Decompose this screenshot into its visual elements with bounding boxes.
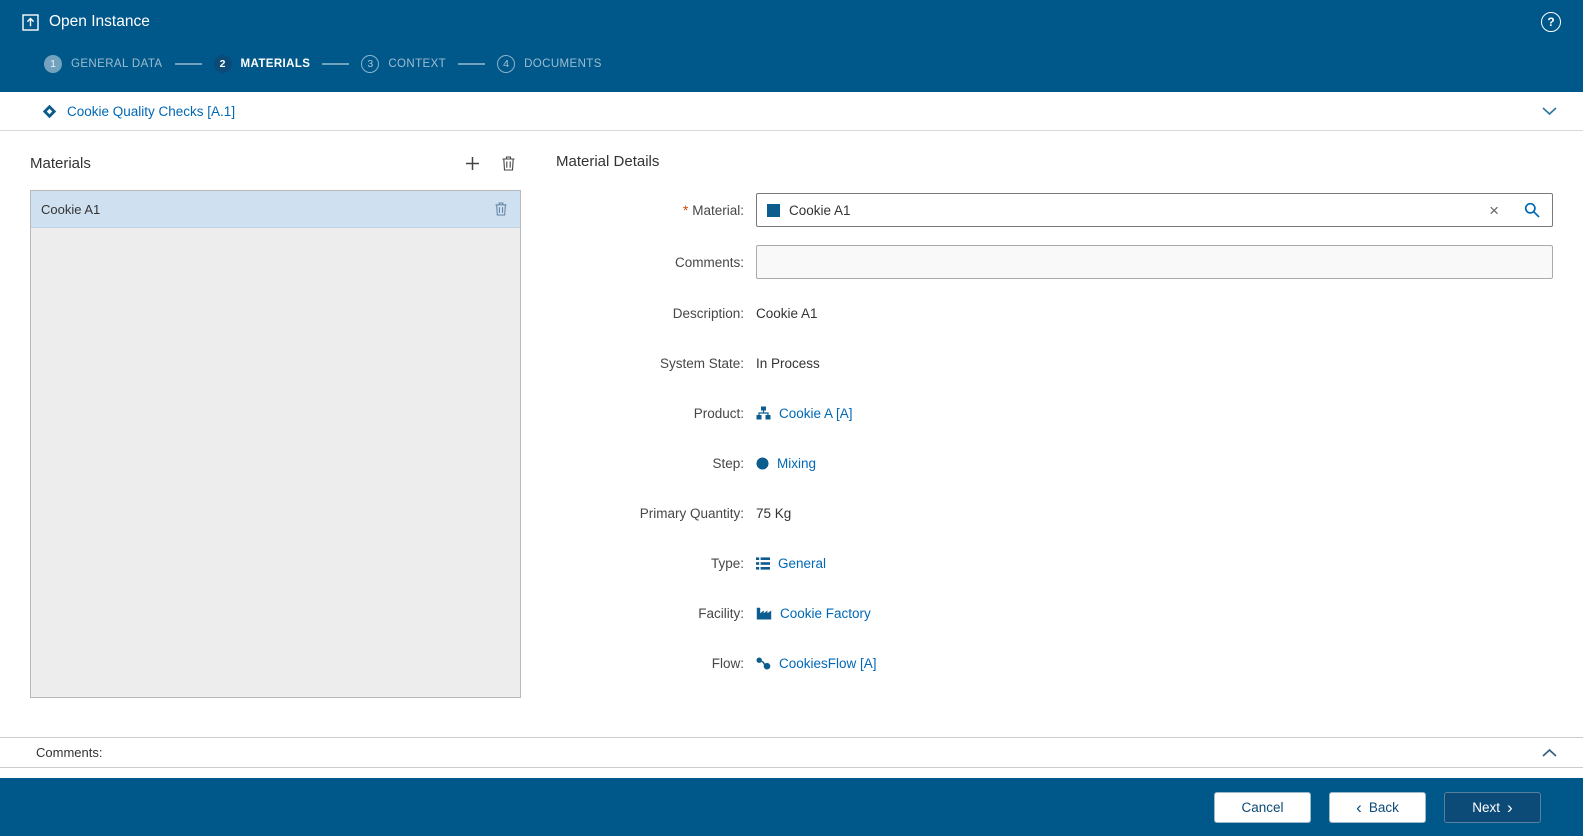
instance-diamond-icon [42,104,57,119]
description-row: Description: Cookie A1 [556,302,1553,324]
material-icon [767,203,780,217]
step-row: Step: Mixing [556,452,1553,474]
flow-row: Flow: CookiesFlow [A] [556,652,1553,674]
chevron-left-icon: ‹ [1356,797,1362,817]
add-material-button[interactable] [465,156,480,171]
trash-icon [495,202,507,216]
title-row: Open Instance ? [0,0,1583,44]
field-label: Facility: [698,605,744,621]
step-number: 3 [361,55,380,73]
primary-quantity-row: Primary Quantity: 75 Kg [556,502,1553,524]
step-documents[interactable]: 4 DOCUMENTS [497,55,602,73]
material-details-title: Material Details [556,153,660,170]
next-button[interactable]: Next › [1444,791,1541,823]
step-connector [458,63,486,65]
materials-panel: Materials Cookie A1 [30,131,521,737]
product-row: Product: Cookie A [A] [556,402,1553,424]
open-instance-icon [22,13,39,31]
material-value: Cookie A1 [789,202,851,218]
delete-material-button[interactable] [502,155,515,171]
field-label: Description: [672,305,744,321]
back-button[interactable]: ‹ Back [1329,791,1426,823]
instance-bar: Cookie Quality Checks [A.1] [0,92,1583,131]
comments-field-row: Comments: [556,245,1553,279]
wizard-steps: 1 GENERAL DATA 2 MATERIALS 3 CONTEXT 4 D… [0,44,1583,92]
step-materials[interactable]: 2 MATERIALS [213,55,311,73]
product-icon [756,406,771,420]
field-label: Primary Quantity: [639,505,744,521]
main-content: Materials Cookie A1 Material Details * M… [0,131,1583,737]
materials-list: Cookie A1 [30,190,521,698]
system-state-row: System State: In Process [556,352,1553,374]
plus-icon [466,156,479,170]
materials-panel-header: Materials [30,148,521,178]
field-label: Type: [710,555,744,571]
materials-actions [465,155,521,171]
field-label: System State: [659,355,744,371]
comments-input[interactable] [756,245,1553,279]
system-state-value: In Process [756,355,820,371]
step-label: GENERAL DATA [71,58,163,70]
facility-link[interactable]: Cookie Factory [780,606,871,621]
material-combobox[interactable]: Cookie A1 × [756,193,1553,227]
page-title: Open Instance [49,13,150,30]
facility-row: Facility: Cookie Factory [556,602,1553,624]
field-label: Step: [712,455,744,471]
type-list-icon [756,556,770,570]
flow-icon [756,657,771,670]
chevron-down-icon[interactable] [1542,106,1557,116]
primary-quantity-value: 75 Kg [756,505,792,521]
step-connector [174,63,202,65]
trash-icon [502,155,515,171]
help-button[interactable]: ? [1541,12,1561,32]
help-icon: ? [1547,15,1555,29]
step-general-data[interactable]: 1 GENERAL DATA [44,55,163,73]
search-icon[interactable] [1524,202,1540,218]
comments-bar: Comments: [0,737,1583,768]
product-link[interactable]: Cookie A [A] [779,406,853,421]
step-label: CONTEXT [388,58,447,70]
cancel-button[interactable]: Cancel [1214,791,1311,823]
instance-link[interactable]: Cookie Quality Checks [A.1] [67,104,235,119]
step-number: 4 [497,55,516,73]
footer-bar: Cancel ‹ Back Next › [0,778,1583,836]
top-header: Open Instance ? 1 GENERAL DATA 2 MATERIA… [0,0,1583,92]
material-field-label: * Material: [682,202,744,218]
material-details-form: * Material: Cookie A1 × Comments: Descri… [556,193,1553,702]
materials-panel-title: Materials [30,154,91,172]
row-delete-button[interactable] [495,202,507,216]
material-details-panel: Material Details *Material: Cookie A1 × [556,131,1553,737]
field-label: Flow: [711,655,744,671]
chevron-up-icon[interactable] [1542,748,1557,757]
step-label: MATERIALS [240,58,311,70]
step-label: DOCUMENTS [524,58,602,70]
step-link[interactable]: Mixing [777,456,816,471]
material-item-label: Cookie A1 [41,201,101,217]
comments-bar-label: Comments: [36,745,103,760]
field-label: Product: [693,405,744,421]
factory-icon [756,607,772,620]
comments-field-label: Comments: [674,254,744,270]
step-number: 1 [44,55,62,73]
app-window: Open Instance ? 1 GENERAL DATA 2 MATERIA… [0,0,1583,836]
type-row: Type: General [556,552,1553,574]
flow-link[interactable]: CookiesFlow [A] [779,656,877,671]
material-field-row: * Material: Cookie A1 × [556,193,1553,227]
required-marker: * [682,202,689,218]
step-connector [322,63,350,65]
chevron-right-icon: › [1507,797,1513,817]
step-icon [756,457,769,470]
step-context[interactable]: 3 CONTEXT [361,55,446,73]
description-value: Cookie A1 [756,305,818,321]
step-number: 2 [213,55,232,73]
material-list-item[interactable]: Cookie A1 [31,191,520,228]
clear-icon[interactable]: × [1489,202,1499,219]
type-link[interactable]: General [778,556,826,571]
